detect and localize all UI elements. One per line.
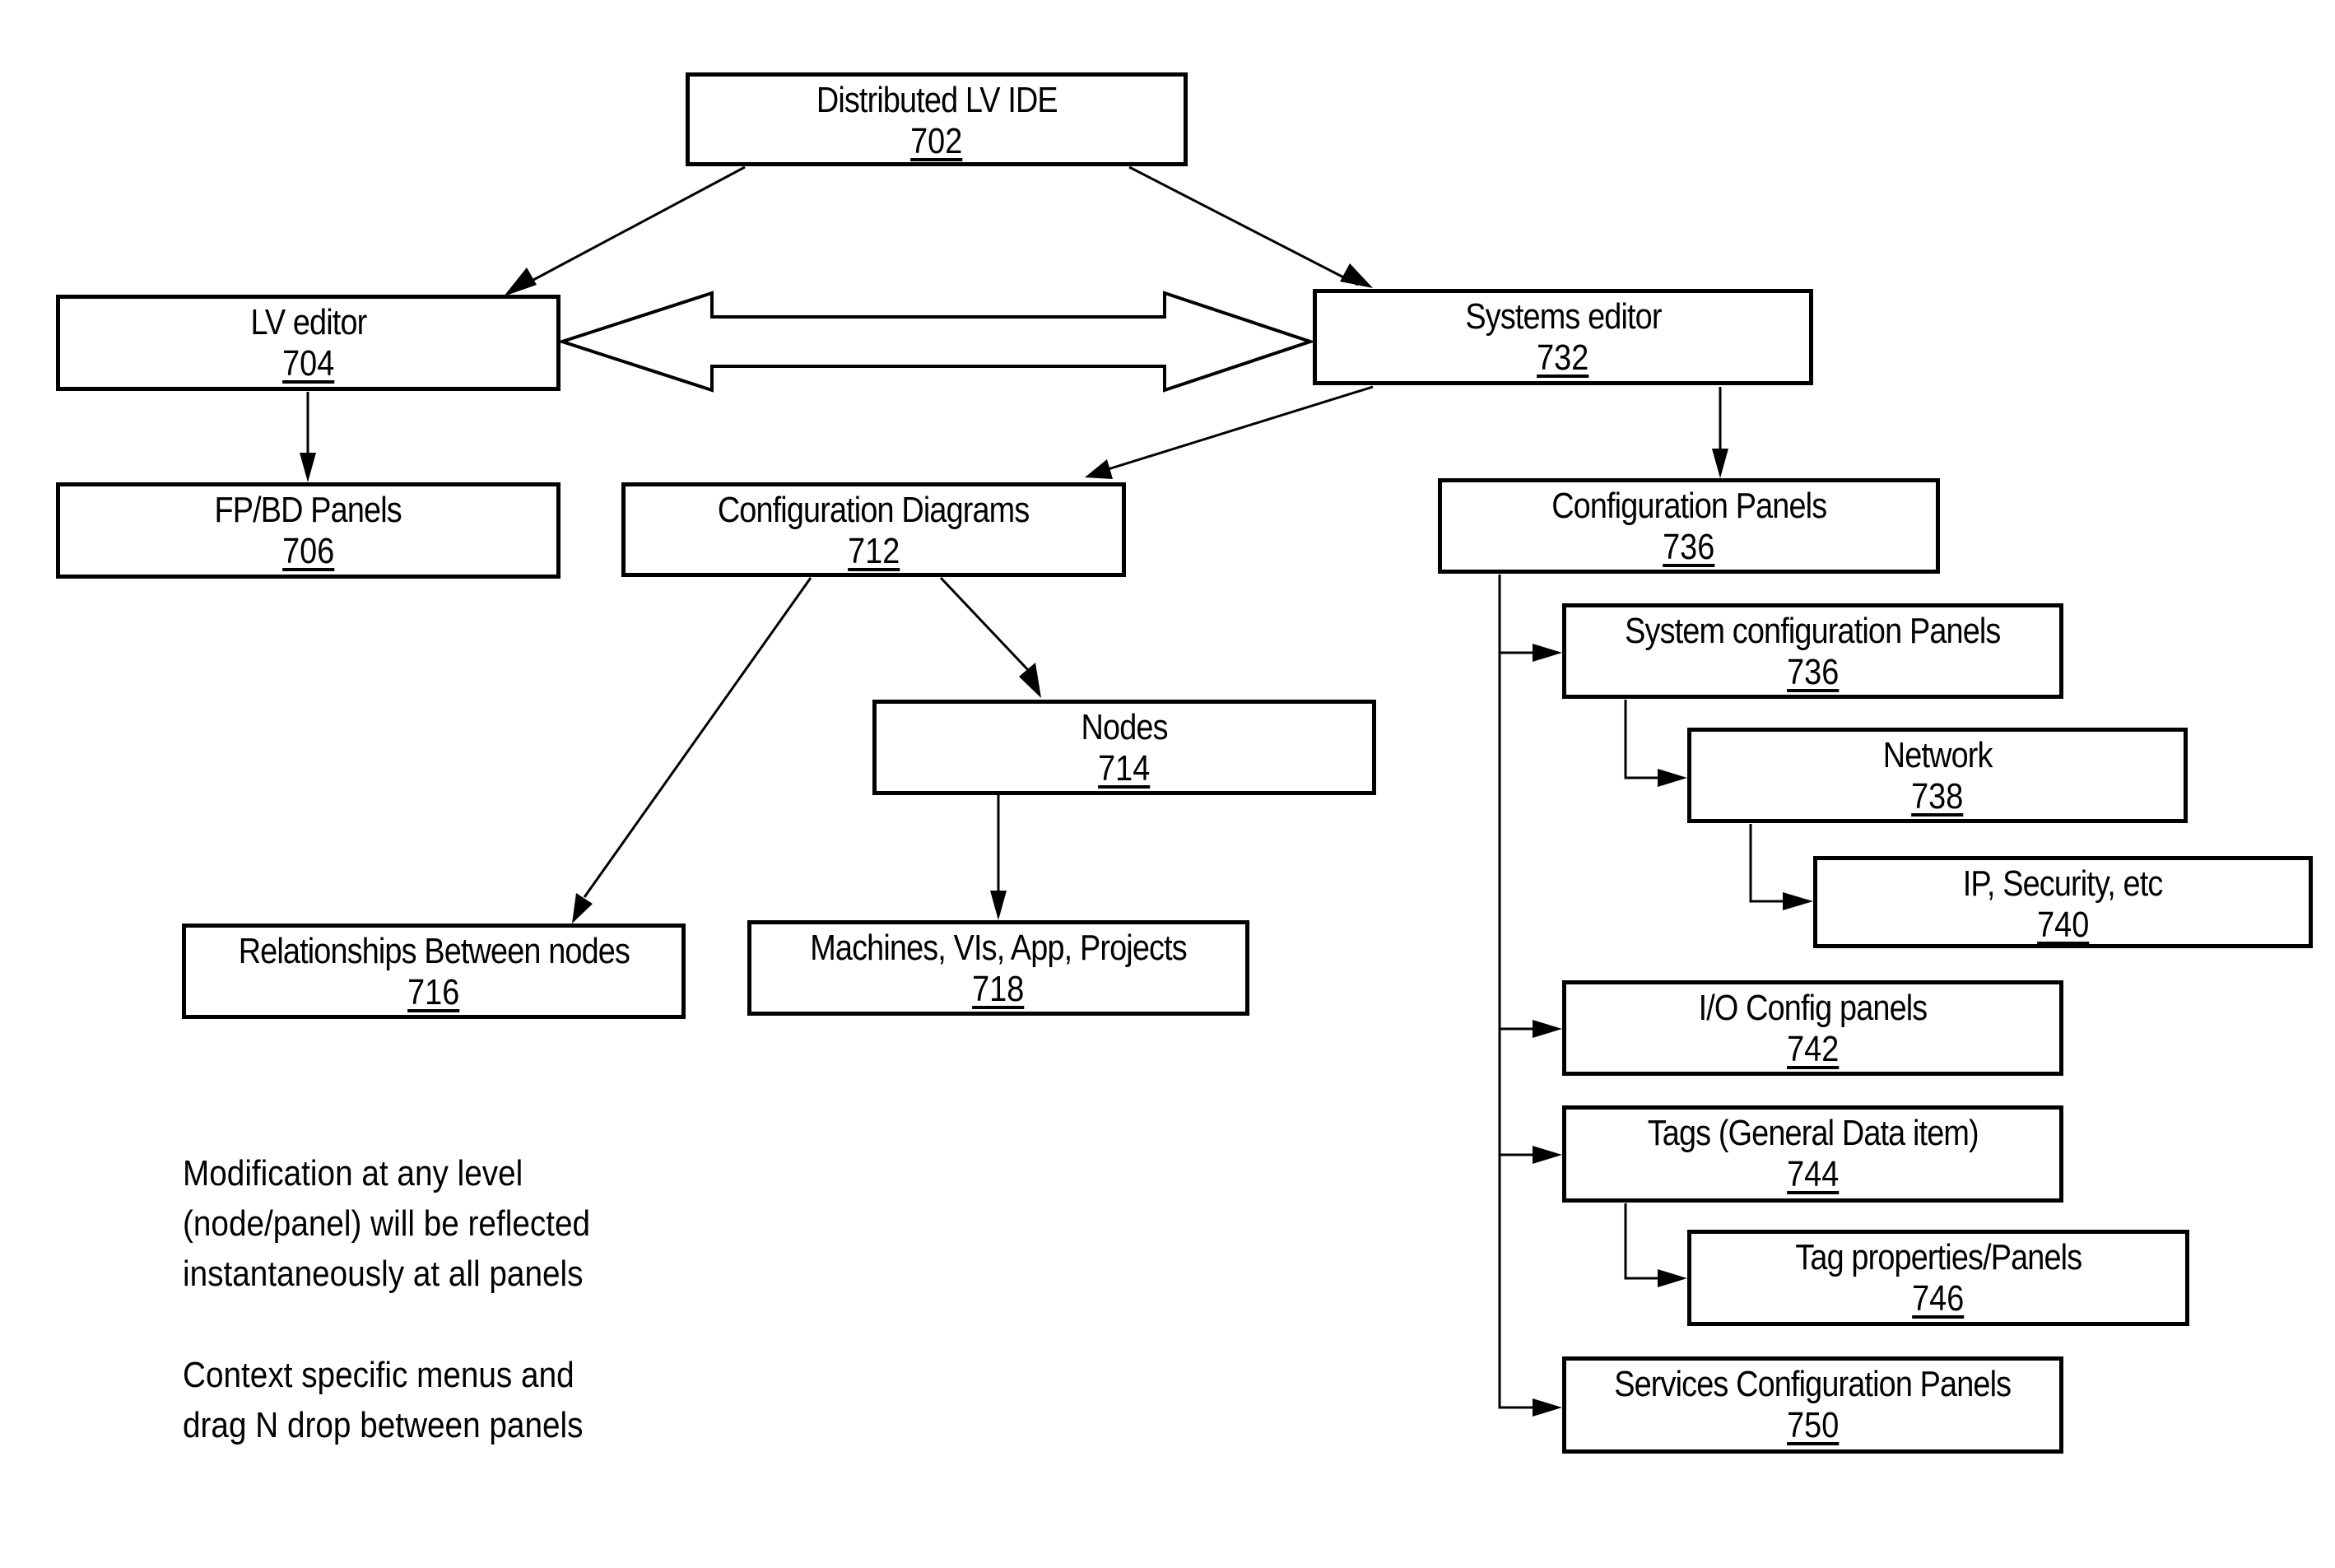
arrowhead-icon	[1533, 1398, 1562, 1417]
arrowhead-icon	[1533, 1020, 1562, 1038]
node-ref: 742	[1786, 1029, 1840, 1069]
node-ref: 740	[2036, 905, 2090, 945]
node-ref: 750	[1786, 1405, 1840, 1445]
arrowhead-icon	[1340, 263, 1373, 288]
node-label: I/O Config panels	[1698, 988, 1928, 1028]
edge-712-714	[939, 576, 1030, 672]
arrowhead-icon	[300, 453, 316, 482]
arrowhead-icon	[1533, 1146, 1562, 1164]
node-services-configuration-panels: Services Configuration Panels 750	[1562, 1356, 2063, 1454]
edge-702-732	[1128, 165, 1359, 286]
note-line: Context specific menus and	[183, 1355, 574, 1395]
node-systems-editor: Systems editor 732	[1313, 289, 1813, 385]
node-ref: 736	[1663, 527, 1715, 567]
node-ref: 706	[281, 531, 335, 571]
arrowhead-icon	[1085, 459, 1113, 479]
arrowhead-icon	[1783, 892, 1813, 910]
note-line: instantaneously at all panels	[183, 1254, 584, 1294]
arrowhead-icon	[1019, 663, 1041, 698]
node-ref: 744	[1786, 1154, 1840, 1194]
arrowhead-icon	[990, 891, 1007, 920]
edge-736-trunk	[1498, 575, 1536, 1409]
note-line: Modification at any level	[183, 1153, 523, 1193]
edge-702-704	[509, 165, 746, 294]
note-line: (node/panel) will be reflected	[183, 1203, 591, 1244]
arrowhead-icon	[1712, 449, 1728, 478]
node-ip-security: IP, Security, etc 740	[1813, 856, 2313, 948]
edge-712-716	[583, 577, 812, 898]
node-network: Network 738	[1687, 728, 2188, 823]
node-configuration-diagrams: Configuration Diagrams 712	[621, 482, 1126, 577]
arrowhead-icon	[1658, 1269, 1687, 1287]
node-label: Network	[1882, 735, 1993, 775]
node-ref: 716	[407, 972, 460, 1012]
node-nodes: Nodes 714	[872, 700, 1376, 795]
node-label: FP/BD Panels	[214, 490, 402, 530]
edge-732-712	[1102, 385, 1374, 472]
note-line: drag N drop between panels	[183, 1405, 584, 1445]
node-label: Nodes	[1081, 707, 1168, 747]
node-machines-vis-app-projects: Machines, VIs, App, Projects 718	[747, 920, 1249, 1016]
edge-736b-738	[1624, 700, 1661, 779]
arrowhead-icon	[572, 893, 593, 924]
node-ref: 714	[1098, 748, 1151, 789]
node-io-config-panels: I/O Config panels 742	[1562, 980, 2063, 1076]
arrowhead-icon	[1658, 769, 1687, 787]
node-ref: 712	[847, 531, 900, 571]
node-distributed-lv-ide: Distributed LV IDE 702	[686, 72, 1188, 166]
node-label: IP, Security, etc	[1963, 863, 2164, 904]
arrowhead-icon	[504, 268, 537, 296]
node-label: LV editor	[250, 302, 367, 342]
node-ref: 738	[1911, 776, 1964, 817]
node-label: Machines, VIs, App, Projects	[810, 928, 1187, 968]
node-label: Distributed LV IDE	[816, 80, 1058, 120]
node-ref: 718	[972, 969, 1025, 1009]
node-label: Tags (General Data item)	[1647, 1113, 1979, 1153]
node-ref: 732	[1537, 337, 1589, 378]
node-label: Relationships Between nodes	[238, 931, 630, 971]
node-label: Systems editor	[1464, 296, 1662, 337]
arrowhead-icon	[1533, 644, 1562, 662]
edge-744-746	[1624, 1203, 1661, 1280]
node-ref: 702	[910, 121, 963, 161]
node-ref: 746	[1912, 1278, 1965, 1319]
node-label: Tag properties/Panels	[1795, 1237, 2082, 1277]
node-ref: 736	[1786, 652, 1840, 692]
node-label: Services Configuration Panels	[1614, 1364, 2012, 1404]
edge-704-732-double-arrow	[556, 291, 1316, 393]
note-modification: Modification at any level (node/panel) w…	[183, 1148, 590, 1299]
node-configuration-panels: Configuration Panels 736	[1438, 478, 1940, 574]
node-lv-editor: LV editor 704	[56, 295, 560, 391]
node-label: Configuration Panels	[1551, 486, 1827, 526]
node-tags: Tags (General Data item) 744	[1562, 1105, 2063, 1203]
node-ref: 704	[281, 343, 335, 384]
node-fp-bd-panels: FP/BD Panels 706	[56, 482, 560, 579]
note-context-menus: Context specific menus and drag N drop b…	[183, 1350, 583, 1450]
node-label: System configuration Panels	[1625, 611, 2001, 651]
node-relationships-between-nodes: Relationships Between nodes 716	[182, 924, 686, 1019]
node-system-configuration-panels: System configuration Panels 736	[1562, 603, 2063, 699]
node-label: Configuration Diagrams	[718, 490, 1030, 530]
node-tag-properties-panels: Tag properties/Panels 746	[1687, 1230, 2189, 1326]
edge-738-740	[1749, 824, 1786, 903]
